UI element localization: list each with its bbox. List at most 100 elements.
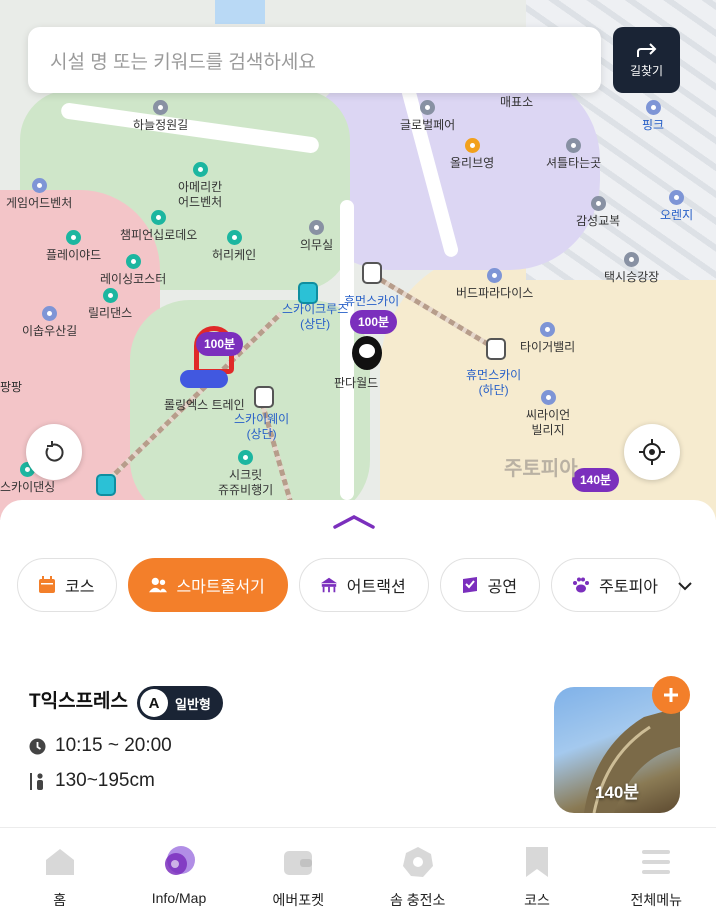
ride-icon [320,576,338,594]
shop-icon [590,196,606,211]
performance-icon [461,576,479,594]
chip-attraction[interactable]: 어트랙션 [298,558,429,612]
attraction-icon [31,178,47,193]
poi-first-aid[interactable]: 의무실 [300,220,333,253]
parking-icon [420,100,436,115]
tab-home[interactable]: 홈 [0,828,119,911]
home-icon [42,844,78,880]
gondola-icon [298,282,318,304]
poi-sea-lion-village[interactable]: 씨라이언 빌리지 [526,390,570,438]
gondola-icon [362,262,382,284]
wait-bubble[interactable]: 100분 [350,310,398,334]
poi-pangpang[interactable]: 팡팡 [0,380,22,395]
attraction-icon [540,322,556,337]
crosshair-icon [639,439,665,465]
attraction-icon [192,162,208,177]
thumbnail-wait-time: 140분 [594,783,639,802]
refresh-icon [45,441,64,462]
attraction-icon [226,230,242,245]
attraction-name[interactable]: T익스프레스 [29,686,128,713]
height-icon [30,772,43,790]
poi-sky-garden[interactable]: 하늘정원길 [133,100,188,133]
tab-charge-station[interactable]: 솜 충전소 [358,828,477,911]
wallet-icon [280,844,316,880]
attraction-icon [125,254,141,269]
directions-button[interactable]: 길찾기 [613,27,680,93]
calendar-icon [38,576,56,594]
chevron-up-icon[interactable] [332,514,376,530]
paw-icon [572,576,590,594]
poi-olive-young[interactable]: 올리브영 [450,138,494,171]
clock-icon [29,738,46,754]
first-aid-icon [309,220,325,235]
poi-sky-cruise-top[interactable]: 스카이크루즈 (상단) [282,302,348,332]
poi-tiger-valley[interactable]: 타이거밸리 [520,322,575,355]
charge-icon [400,844,436,880]
poi-lily-dance[interactable]: 릴리댄스 [88,288,132,321]
parking-icon [669,190,685,205]
bottom-sheet: 코스 스마트줄서기 어트랙션 공연 주토피아 T익스프레스 A 일반형 10:1… [0,500,716,827]
poi-racing-coaster[interactable]: 레이싱코스터 [100,254,166,287]
poi-panda-world[interactable]: 판다월드 [334,376,378,391]
poi-aesop-path[interactable]: 이솝우산길 [22,306,77,339]
search-placeholder: 시설 명 또는 키워드를 검색하세요 [50,51,316,73]
queue-type-badge: A 일반형 [137,686,223,720]
add-button[interactable] [652,676,690,714]
poi-taxi[interactable]: 택시승강장 [604,252,659,285]
poi-play-yard[interactable]: 플레이야드 [46,230,101,263]
bottom-tab-bar: 홈 Info/Map 에버포켓 솜 충전소 코스 전체메뉴 [0,827,716,911]
poi-orange[interactable]: 오렌지 [660,190,693,223]
poi-rolling-x-train[interactable]: 롤링엑스 트레인 [164,398,245,413]
refresh-button[interactable] [26,424,82,480]
poi-secret-jujube[interactable]: 시크릿 쥬쥬비행기 [218,450,273,498]
chevron-down-icon[interactable] [674,576,696,596]
area-label: 주토피아 [504,458,578,480]
menu-icon [638,844,674,880]
tab-ever-pocket[interactable]: 에버포켓 [239,828,358,911]
gondola-icon [254,386,274,408]
attraction-icon [540,390,556,405]
attraction-icon [66,230,82,245]
poi-championship-rodeo[interactable]: 챔피언십로데오 [120,210,197,243]
pond-area [215,0,265,24]
gondola-icon [96,474,116,496]
people-icon [149,576,168,594]
poi-global-fair[interactable]: 글로벌페어 [400,100,455,133]
search-input[interactable]: 시설 명 또는 키워드를 검색하세요 [28,27,601,93]
attraction-icon [238,450,254,465]
tab-all-menu[interactable]: 전체메뉴 [597,828,716,911]
wait-bubble[interactable]: 140분 [572,468,620,492]
chip-zootopia[interactable]: 주토피아 [551,558,682,612]
taxi-icon [624,252,640,267]
tab-course[interactable]: 코스 [477,828,596,911]
poi-pink[interactable]: 핑크 [642,100,664,133]
arrow-icon [636,42,656,57]
chip-performance[interactable]: 공연 [439,558,541,612]
hours-row: 10:15 ~ 20:00 [29,735,172,757]
chip-smart-queue[interactable]: 스마트줄서기 [128,558,288,612]
parking-icon [645,100,661,115]
poi-game-adventure[interactable]: 게임어드벤처 [6,178,72,211]
category-chips: 코스 스마트줄서기 어트랙션 공연 주토피아 [17,558,682,612]
poi-american-adventure[interactable]: 아메리칸 어드벤처 [178,162,222,210]
ride-base-icon [180,370,228,388]
plus-icon [664,688,678,702]
chip-course[interactable]: 코스 [17,558,118,612]
poi-human-sky[interactable]: 휴먼스카이 [344,294,399,309]
locate-button[interactable] [624,424,680,480]
panda-icon[interactable] [352,336,382,370]
shuttle-icon [566,138,582,153]
tab-info-map[interactable]: Info/Map [119,828,238,911]
poi-human-sky-bottom[interactable]: 휴먼스카이 (하단) [466,368,521,398]
poi-shuttle[interactable]: 셔틀타는곳 [546,138,601,171]
app-screen: 하늘정원길 글로벌페어 매표소 핑크 올리브영 셔틀타는곳 게임어드벤처 아메리… [0,0,716,911]
shop-icon [464,138,480,153]
poi-bird-paradise[interactable]: 버드파라다이스 [456,268,533,301]
poi-skyway-top[interactable]: 스카이웨이 (상단) [234,412,289,442]
poi-school-uniform[interactable]: 감성교복 [576,196,620,229]
attraction-icon [487,268,503,283]
wait-bubble[interactable]: 100분 [196,332,244,356]
parking-icon [153,100,169,115]
poi-hurricane[interactable]: 허리케인 [212,230,256,263]
attraction-icon [102,288,118,303]
